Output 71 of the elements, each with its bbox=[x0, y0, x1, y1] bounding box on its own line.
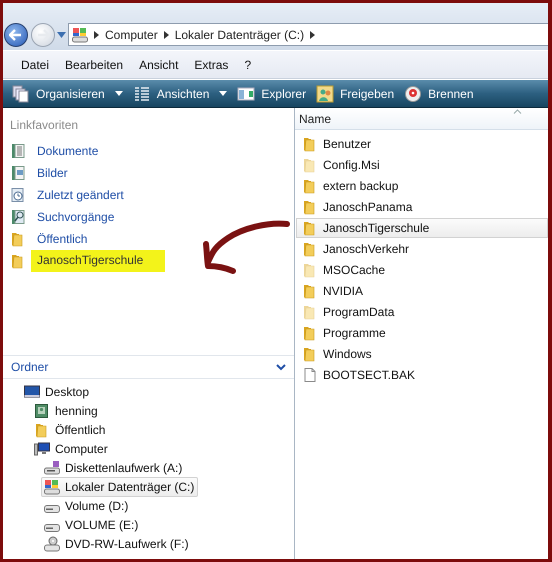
tree-item[interactable]: Volume (D:) bbox=[41, 496, 132, 516]
drive-icon bbox=[44, 524, 60, 532]
file-row[interactable]: ProgramData bbox=[299, 302, 548, 322]
file-row[interactable]: Windows bbox=[299, 344, 548, 364]
column-header[interactable]: Name bbox=[295, 108, 548, 129]
floppy-drive-icon bbox=[44, 460, 60, 476]
tree-item[interactable]: Desktop bbox=[21, 382, 94, 402]
desktop-icon bbox=[24, 384, 40, 400]
file-row[interactable]: JanoschTigerschule bbox=[296, 218, 548, 238]
menu-item[interactable]: Bearbeiten bbox=[57, 58, 132, 72]
favorite-link[interactable]: JanoschTigerschule bbox=[31, 250, 166, 272]
favorite-link[interactable]: Bilder bbox=[31, 164, 74, 182]
file-row[interactable]: JanoschPanama bbox=[299, 197, 548, 217]
file-row[interactable]: Config.Msi bbox=[299, 155, 548, 175]
section-title: Ordner bbox=[11, 360, 48, 374]
views-icon bbox=[132, 84, 151, 102]
favorite-link[interactable]: Zuletzt geändert bbox=[31, 186, 130, 204]
tree-item[interactable]: VOLUME (E:) bbox=[41, 514, 142, 534]
dropdown-caret-icon bbox=[57, 32, 66, 38]
file-row[interactable]: Programme bbox=[299, 323, 548, 343]
favorite-link[interactable]: Dokumente bbox=[31, 142, 104, 160]
window-icon bbox=[237, 84, 256, 102]
picture-icon bbox=[10, 165, 26, 181]
document-icon bbox=[10, 143, 26, 159]
back-button[interactable] bbox=[4, 23, 28, 47]
chevron-right-icon bbox=[310, 30, 316, 38]
clock-icon bbox=[10, 187, 26, 203]
toolbar-button[interactable]: Freigeben bbox=[313, 80, 402, 106]
dropdown-caret-icon bbox=[219, 91, 228, 96]
section-title: Linkfavoriten bbox=[10, 118, 78, 132]
toolbar-button[interactable]: Brennen bbox=[401, 80, 481, 106]
file-row[interactable]: BOOTSECT.BAK bbox=[299, 365, 548, 385]
breadcrumb-item[interactable]: Computer bbox=[105, 28, 158, 42]
tree-item[interactable]: Öffentlich bbox=[31, 420, 110, 440]
file-row[interactable]: MSOCache bbox=[299, 260, 548, 280]
disc-icon bbox=[404, 84, 422, 102]
people-icon bbox=[316, 84, 334, 102]
tree-item[interactable]: Diskettenlaufwerk (A:) bbox=[41, 458, 186, 478]
pages-icon bbox=[12, 84, 30, 102]
file-icon bbox=[302, 367, 318, 383]
chevron-right-icon bbox=[94, 30, 99, 38]
favorite-link[interactable]: Öffentlich bbox=[31, 230, 94, 248]
menu-item[interactable]: Extras bbox=[186, 58, 236, 72]
system-drive-icon bbox=[44, 478, 60, 494]
chevron-right-icon bbox=[164, 30, 169, 38]
file-row[interactable]: NVIDIA bbox=[299, 281, 548, 301]
system-drive-icon bbox=[72, 26, 88, 42]
file-row[interactable]: JanoschVerkehr bbox=[299, 239, 548, 259]
dropdown-caret-icon bbox=[114, 91, 123, 96]
tree-item[interactable]: Computer bbox=[31, 438, 112, 458]
tree-item[interactable]: Lokaler Datenträger (C:) bbox=[41, 476, 198, 496]
tree-item[interactable]: henning bbox=[31, 400, 102, 420]
chevron-icon[interactable] bbox=[276, 364, 286, 370]
user-folder-icon bbox=[34, 402, 50, 418]
magnifier-icon bbox=[10, 209, 26, 225]
toolbar-button[interactable]: Organisieren bbox=[9, 80, 130, 106]
tree-item[interactable]: DVD-RW-Laufwerk (F:) bbox=[41, 534, 193, 554]
file-row[interactable]: extern backup bbox=[299, 176, 548, 196]
breadcrumb-item[interactable]: Lokaler Datenträger (C:) bbox=[174, 28, 304, 42]
menu-item[interactable]: Ansicht bbox=[131, 58, 186, 72]
toolbar-button[interactable]: Ansichten bbox=[130, 80, 234, 106]
dvd-drive-icon bbox=[44, 536, 60, 552]
file-row[interactable]: Benutzer bbox=[299, 134, 548, 154]
favorite-link[interactable]: Suchvorgänge bbox=[31, 208, 120, 226]
address-bar[interactable]: Computer Lokaler Datenträger (C:) bbox=[68, 23, 548, 46]
drive-icon bbox=[44, 504, 60, 512]
back-arrow-icon bbox=[9, 29, 23, 41]
menu-item[interactable]: Datei bbox=[13, 58, 58, 72]
menu-item[interactable]: ? bbox=[236, 58, 260, 72]
toolbar-button[interactable]: Explorer bbox=[234, 80, 314, 106]
computer-icon bbox=[34, 440, 50, 456]
